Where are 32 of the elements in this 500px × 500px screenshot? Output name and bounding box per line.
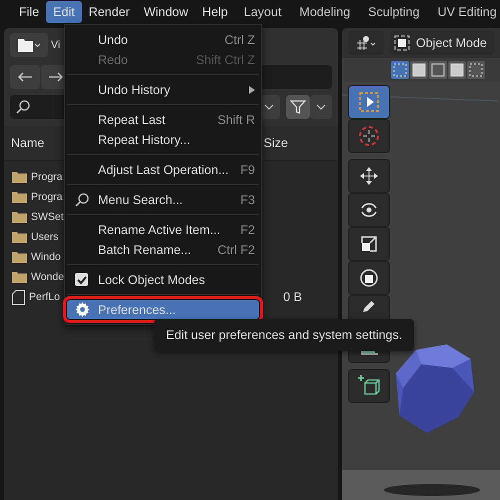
workspace-tab[interactable]: Layout — [234, 1, 290, 23]
menu-item[interactable]: Repeat Last Shift R — [67, 110, 259, 129]
editor-title: Vi — [51, 39, 60, 51]
file-name: Progra — [31, 191, 63, 203]
file-name: Wonde — [31, 271, 64, 283]
menu-item[interactable]: Preferences... — [67, 300, 259, 319]
menu-item[interactable]: Menu Search... F3 — [67, 190, 259, 209]
mode-dropdown[interactable]: Object Mode — [390, 31, 494, 55]
file-name: Progra — [31, 171, 63, 183]
menu-bar-item[interactable]: File — [12, 1, 46, 23]
menu-bar-item[interactable]: Render — [82, 1, 137, 23]
file-name: Windo — [31, 251, 61, 263]
menu-item[interactable]: Batch Rename... Ctrl F2 — [67, 240, 259, 259]
menu-item[interactable]: Undo Ctrl Z — [67, 30, 259, 49]
menu-bar-item[interactable]: Edit — [46, 1, 82, 23]
menu-item[interactable]: Lock Object Modes — [67, 270, 259, 289]
menu-item[interactable]: Undo History — [67, 80, 259, 99]
column-header[interactable]: Name — [11, 136, 44, 150]
workspace-tab[interactable]: Modeling — [290, 1, 360, 23]
file-size: 0 B — [283, 290, 302, 304]
menu-item[interactable]: Rename Active Item... F2 — [67, 220, 259, 239]
file-name: SWSet — [31, 211, 64, 223]
tooltip: Edit user preferences and system settings. — [154, 319, 414, 351]
workspace-tab[interactable]: Sculpting — [359, 1, 429, 23]
column-header[interactable]: Size — [264, 136, 288, 150]
menu-bar-item[interactable]: Help — [195, 1, 235, 23]
file-name: PerfLo — [29, 291, 60, 303]
menu-bar-item[interactable]: Window — [136, 1, 196, 23]
workspace-tab[interactable]: UV Editing — [428, 1, 500, 23]
menu-item[interactable]: Adjust Last Operation... F9 — [67, 160, 259, 179]
file-name: Users — [31, 231, 58, 243]
menu-item[interactable]: Repeat History... — [67, 130, 259, 149]
